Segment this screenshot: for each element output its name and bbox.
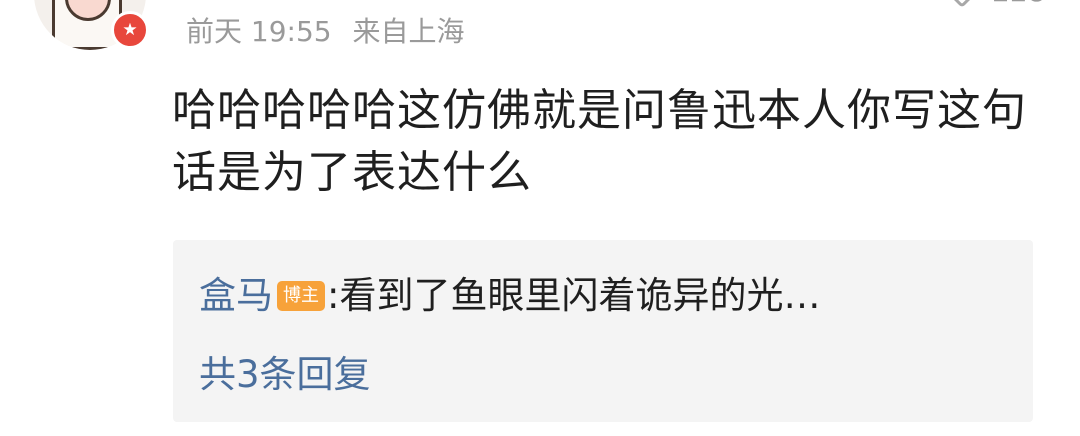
comment-meta: 前天 19:55 来自上海 <box>186 12 465 52</box>
avatar-face <box>65 0 111 21</box>
comment-time: 前天 19:55 <box>186 15 332 48</box>
view-replies-link[interactable]: 共3条回复 <box>199 349 371 401</box>
like-icon <box>945 0 979 8</box>
reply-preview[interactable]: 盒马 博主 :看到了鱼眼里闪着诡异的光… 共3条回复 <box>173 240 1033 422</box>
reply-preview-line: 盒马 博主 :看到了鱼眼里闪着诡异的光… <box>199 270 820 322</box>
reply-text: :看到了鱼眼里闪着诡异的光… <box>327 274 821 317</box>
author-tag: 博主 <box>277 281 325 311</box>
like-button[interactable]: 228 <box>945 0 1045 8</box>
reply-author[interactable]: 盒马 <box>199 270 273 322</box>
like-count: 228 <box>992 0 1045 8</box>
comment-body: 哈哈哈哈哈这仿佛就是问鲁迅本人你写这句话是为了表达什么 <box>172 85 1027 198</box>
comment-thread: ★ 前天 19:55 来自上海 228 哈哈哈哈哈这仿佛就是问鲁迅本人你写这句话… <box>0 0 1080 436</box>
verified-badge-icon: ★ <box>111 11 149 49</box>
comment-location: 来自上海 <box>352 15 465 48</box>
